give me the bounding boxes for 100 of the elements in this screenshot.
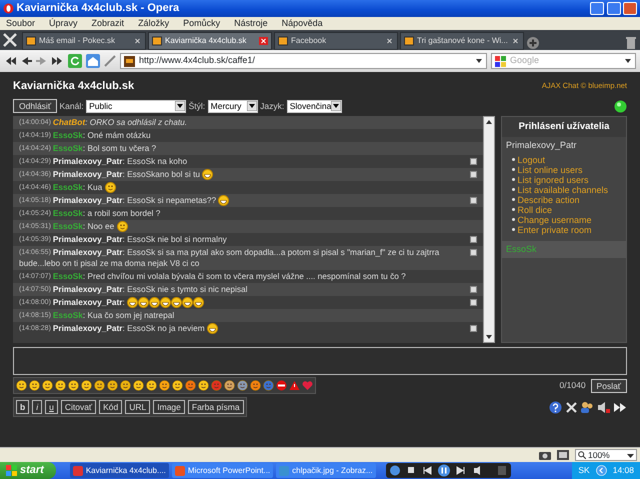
delete-icon[interactable]: [470, 325, 477, 332]
browser-tab[interactable]: Máš email - Pokec.sk: [22, 32, 146, 50]
home-icon[interactable]: [86, 54, 100, 68]
image-icon[interactable]: [557, 450, 569, 460]
menu-item[interactable]: Pomůcky: [183, 16, 220, 30]
fast-forward-icon[interactable]: [613, 400, 627, 414]
delete-icon[interactable]: [470, 299, 477, 306]
format-button[interactable]: URL: [125, 400, 150, 414]
minimize-button[interactable]: [590, 2, 604, 15]
emoticon-icon[interactable]: [159, 380, 170, 391]
dropdown-icon[interactable]: [246, 101, 257, 111]
emoticon-icon[interactable]: [29, 380, 40, 391]
menu-item[interactable]: Nápověda: [282, 16, 323, 30]
maximize-button[interactable]: [606, 2, 620, 15]
no-entry-icon[interactable]: [276, 380, 287, 391]
emoticon-icon[interactable]: [68, 380, 79, 391]
emoticon-icon[interactable]: [237, 380, 248, 391]
command-link[interactable]: List available channels: [518, 184, 608, 195]
emoticon-icon[interactable]: [107, 380, 118, 391]
trash-icon[interactable]: [626, 36, 636, 50]
fast-forward-icon[interactable]: [52, 55, 64, 67]
close-icon[interactable]: [259, 37, 268, 45]
back-icon[interactable]: [20, 55, 32, 67]
format-button[interactable]: Farba písma: [188, 400, 244, 414]
zoom-select[interactable]: 100%: [575, 449, 637, 461]
format-button[interactable]: u: [45, 400, 58, 414]
command-link[interactable]: Describe action: [518, 194, 580, 205]
format-button[interactable]: Citovať: [60, 400, 96, 414]
logout-button[interactable]: Odhlásiť: [13, 99, 58, 113]
emoticon-icon[interactable]: [120, 380, 131, 391]
taskbar-button[interactable]: Microsoft PowerPoint...: [172, 463, 274, 478]
magnifier-icon: [578, 451, 586, 459]
taskbar-button[interactable]: chlpačik.jpg - Zobraz...: [276, 463, 376, 478]
scrollbar[interactable]: [483, 116, 495, 343]
emoticon-icon[interactable]: [42, 380, 53, 391]
format-button[interactable]: b: [16, 400, 30, 414]
menu-item[interactable]: Soubor: [6, 16, 36, 30]
dropdown-icon[interactable]: [331, 101, 342, 111]
delete-icon[interactable]: [470, 249, 477, 256]
emoticon-icon[interactable]: [55, 380, 66, 391]
command-link[interactable]: List online users: [518, 164, 583, 175]
taskbar-button[interactable]: Kaviarnička 4x4club....: [70, 463, 169, 478]
emoticon-icon[interactable]: [224, 380, 235, 391]
url-text: http://www.4x4club.sk/caffe1/: [139, 54, 256, 68]
browser-tab[interactable]: Kaviarnička 4x4club.sk: [148, 32, 272, 50]
emoticon-icon[interactable]: [185, 380, 196, 391]
menu-item[interactable]: Zobrazit: [92, 16, 124, 30]
emoticon-icon[interactable]: [16, 380, 27, 391]
help-icon[interactable]: [549, 400, 562, 414]
language-select[interactable]: Slovenčina: [286, 100, 342, 112]
dropdown-icon[interactable]: [624, 57, 632, 65]
camera-icon[interactable]: [539, 450, 551, 460]
emoticon-icon[interactable]: [94, 380, 105, 391]
tab-title: Kaviarnička 4x4club.sk: [165, 35, 248, 47]
new-tab-icon[interactable]: [526, 36, 540, 50]
menu-item[interactable]: Záložky: [138, 16, 170, 30]
character-counter: 0/1040: [560, 379, 586, 392]
emoticon-icon[interactable]: [172, 380, 183, 391]
delete-icon[interactable]: [470, 171, 477, 178]
format-button[interactable]: Image: [153, 400, 185, 414]
emoticon-icon[interactable]: [146, 380, 157, 391]
format-button[interactable]: i: [32, 400, 42, 414]
emoticon-icon[interactable]: [81, 380, 92, 391]
delete-icon[interactable]: [470, 236, 477, 243]
dropdown-icon[interactable]: [175, 101, 186, 111]
command-link[interactable]: Roll dice: [518, 204, 552, 215]
emoticon-icon[interactable]: [133, 380, 144, 391]
command-link[interactable]: Logout: [518, 154, 546, 165]
delete-icon[interactable]: [470, 197, 477, 204]
send-button[interactable]: Poslať: [590, 378, 627, 392]
emoticon-icon[interactable]: [250, 380, 261, 391]
dropdown-icon[interactable]: [475, 57, 483, 65]
command-link[interactable]: Change username: [518, 214, 592, 225]
browser-tab[interactable]: Facebook: [274, 32, 398, 50]
emoticon-icon[interactable]: [198, 380, 209, 391]
users-icon[interactable]: [580, 400, 594, 414]
close-icon[interactable]: [385, 37, 394, 45]
delete-icon[interactable]: [470, 158, 477, 165]
page-icon: [278, 36, 288, 46]
message-input[interactable]: [13, 347, 627, 375]
command-link[interactable]: List ignored users: [518, 174, 589, 185]
menu-item[interactable]: Nástroje: [234, 16, 268, 30]
style-select[interactable]: Mercury: [208, 100, 258, 112]
channel-select[interactable]: Public: [86, 100, 186, 112]
close-icon[interactable]: [511, 37, 520, 45]
format-button[interactable]: Kód: [99, 400, 122, 414]
delete-icon[interactable]: [470, 286, 477, 293]
pen-icon[interactable]: [104, 55, 116, 67]
warning-icon[interactable]: [289, 380, 300, 391]
close-button[interactable]: [623, 2, 637, 15]
command-link[interactable]: Enter private room: [518, 224, 592, 235]
address-field[interactable]: http://www.4x4club.sk/caffe1/: [120, 53, 487, 69]
menu-item[interactable]: Úpravy: [49, 16, 78, 30]
bullet-icon: [512, 198, 515, 202]
media-player-drawing[interactable]: [386, 463, 512, 478]
close-icon[interactable]: [133, 37, 142, 45]
sound-muted-icon[interactable]: [596, 400, 610, 414]
browser-tab[interactable]: Tri gaštanové kone - Wi...: [400, 32, 524, 50]
rewind-icon[interactable]: [4, 55, 16, 67]
bullet-icon: [512, 218, 515, 222]
